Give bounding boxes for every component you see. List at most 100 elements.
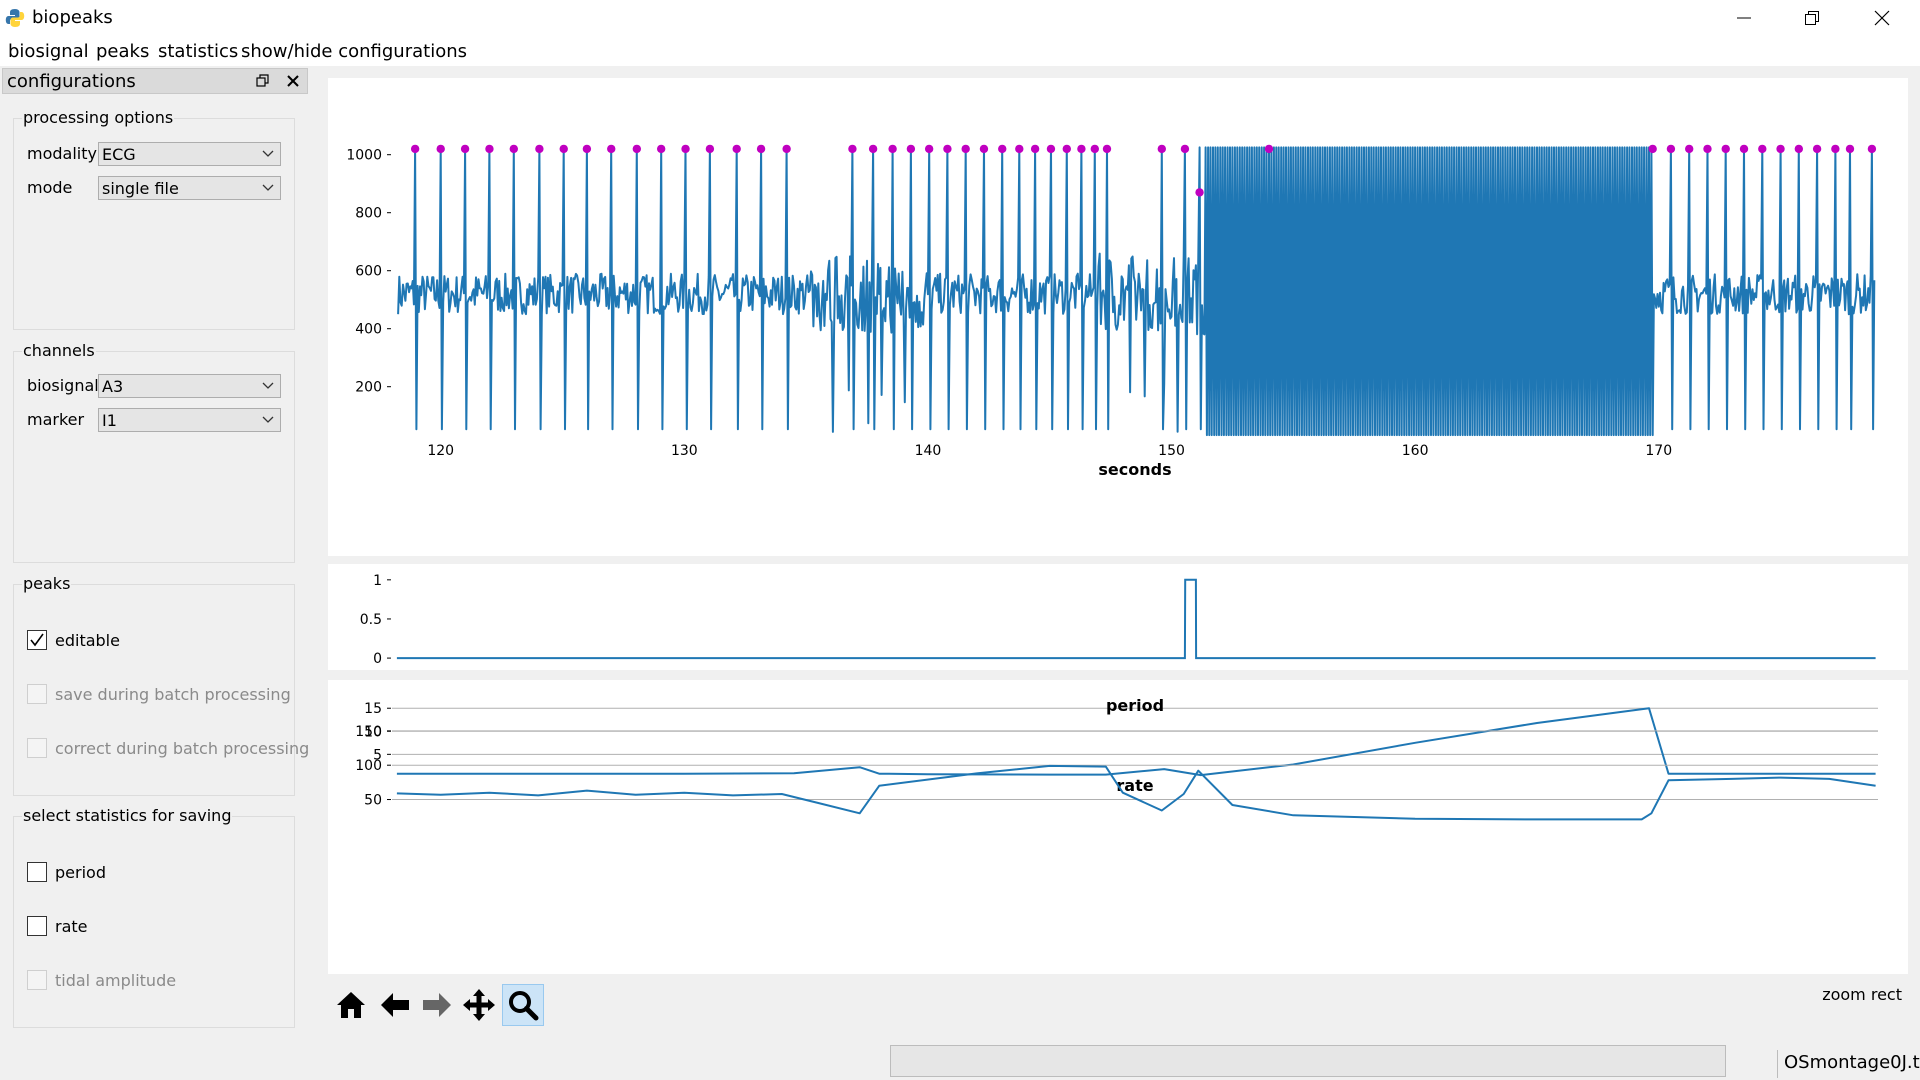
chevron-down-icon [262,416,274,423]
period-checkbox[interactable] [27,862,47,882]
x-tick-label: 130 [671,443,698,459]
home-button[interactable] [330,984,372,1026]
y-tick-label: 15 [364,701,382,717]
biosignal-line [397,146,1876,437]
peak-marker [906,144,916,154]
dock-float-button[interactable] [253,71,273,91]
menu-show-hide-configurations[interactable]: show/hide configurations [241,41,467,62]
y-tick-label: 150 [355,724,382,740]
peak-marker [1030,144,1040,154]
x-tick-label: 150 [1158,443,1185,459]
chevron-down-icon [262,150,274,157]
marker-plot-panel[interactable]: 0 0.5 1 [328,564,1908,670]
rate-checkbox[interactable] [27,916,47,936]
dock-title-label: configurations [7,71,136,92]
peak-marker [1264,144,1274,154]
peak-marker [1703,144,1712,154]
restore-icon [1805,11,1819,25]
chevron-down-icon [262,382,274,389]
peak-marker [559,144,568,154]
x-tick-label: 160 [1402,443,1429,459]
rate-label: rate [55,917,88,936]
editable-checkbox[interactable] [27,630,47,650]
tidal-amplitude-checkbox[interactable] [27,970,47,990]
save-during-batch-checkbox[interactable] [27,684,47,704]
menu-peaks[interactable]: peaks [96,41,149,62]
peak-marker [410,144,420,154]
marker-channel-select[interactable]: I1 [98,408,281,432]
peak-marker [924,144,934,154]
marker-label: marker [27,410,85,429]
signal-chart[interactable]: 200 400 600 800 1000 120 130 140 150 160 170 second… [328,78,1908,556]
peak-marker [888,144,897,154]
peak-marker [1794,144,1804,154]
y-tick-label: 600 [355,264,382,280]
correct-during-batch-checkbox[interactable] [27,738,47,758]
y-tick-label: 0 [373,651,382,667]
peak-marker [868,144,878,154]
menu-statistics[interactable]: statistics [158,41,238,62]
magnifier-icon [509,991,539,1021]
y-tick-label: 1000 [346,148,382,164]
peaks-title: peaks [22,574,72,593]
y-tick-label: 800 [355,206,382,222]
peak-marker [632,144,642,154]
python-logo-icon [5,9,25,27]
peak-marker [509,144,519,154]
peak-marker [1180,144,1190,154]
statistics-chart[interactable]: 51015 period50100150rate [328,680,1908,974]
signal-plot-panel[interactable]: 200 400 600 800 1000 120 130 140 150 160 170 second… [328,78,1908,556]
biosignal-channel-select[interactable]: A3 [98,374,281,398]
peak-marker [582,144,592,154]
close-window-button[interactable] [1848,0,1916,36]
arrow-left-icon [381,993,409,1017]
mode-value: single file [102,179,179,198]
modality-value: ECG [102,145,136,164]
progress-bar [890,1045,1726,1077]
channels-title: channels [22,341,96,360]
back-button[interactable] [374,984,416,1026]
minimize-icon [1737,17,1751,19]
restore-button[interactable] [1778,0,1846,36]
peak-marker [681,144,690,154]
peak-marker [535,144,544,154]
modality-select[interactable]: ECG [98,142,281,166]
x-tick-label: 120 [427,443,454,459]
mode-select[interactable]: single file [98,176,281,200]
checkmark-icon [30,633,44,647]
toolbar-status-text: zoom rect [1822,985,1902,1004]
dock-close-button[interactable] [283,71,303,91]
processing-options-title: processing options [22,108,175,127]
y-tick-label: 400 [355,322,382,338]
marker-chart[interactable]: 00.51 [328,564,1908,670]
forward-button[interactable] [416,984,458,1026]
minimize-button[interactable] [1710,0,1778,36]
tidal-amplitude-label: tidal amplitude [55,971,177,990]
statistics-title: select statistics for saving [22,806,233,825]
peak-marker [1812,144,1822,154]
period-label: period [55,863,106,882]
modality-label: modality [27,144,97,163]
menu-biosignal[interactable]: biosignal [8,41,89,62]
title-bar: biopeaks [0,0,1920,36]
status-filename: OSmontage0J.txt [1777,1050,1920,1078]
period-title: period [1106,696,1164,715]
editable-label: editable [55,631,120,650]
peak-marker [756,144,766,154]
peak-marker [1046,144,1056,154]
marker-channel-value: I1 [102,411,117,430]
move-icon [463,989,495,1021]
x-tick-label: 170 [1645,443,1672,459]
statistics-plot-panel[interactable]: 5 10 15 period 50 100 150 rate [328,680,1908,974]
home-icon [337,992,365,1018]
peak-marker [1758,144,1767,154]
peak-marker [732,144,741,154]
peak-marker [1685,144,1694,154]
close-icon [1874,10,1890,26]
pan-button[interactable] [458,984,500,1026]
correct-during-batch-label: correct during batch processing [55,739,310,758]
zoom-button[interactable] [502,984,544,1026]
x-axis-label: seconds [1098,460,1171,479]
y-tick-label: 1 [373,573,382,589]
save-during-batch-label: save during batch processing [55,685,291,704]
